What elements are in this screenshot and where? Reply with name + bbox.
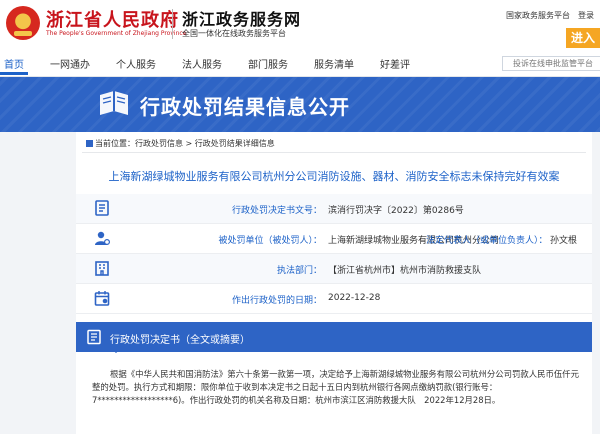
penalty-date-label: 作出行政处罚的日期： [231,296,322,306]
decision-text: 根据《中华人民共和国消防法》第六十条第一款第一项，决定给予上海新湖绿城物业服务有… [92,369,579,405]
nav-item-home[interactable]: 首页 [4,56,24,71]
building-icon [95,261,109,276]
breadcrumb-separator: > [183,139,195,148]
info-row-penalized-party: 被处罚单位（被处罚人）： 上海新湖绿城物业服务有限公司杭州分公司 法定代表人（或… [76,224,592,254]
breadcrumb-divider [82,152,586,153]
enforcement-dept-value: 【浙江省杭州市】杭州市消防救援支队 [328,266,482,276]
nav-item-rating[interactable]: 好差评 [380,56,410,71]
content-card: 当前位置：行政处罚信息 > 行政处罚结果详细信息 上海新湖绿城物业服务有限公司杭… [76,132,592,434]
breadcrumb-prefix: 当前位置： [95,139,135,148]
page-banner: 行政处罚结果信息公开 [0,77,600,132]
gov-name-en: The People's Government of Zhejiang Prov… [46,30,187,37]
person-icon [95,231,110,245]
header-divider [172,9,173,39]
nav-item-one-stop[interactable]: 一网通办 [50,56,90,71]
penalized-party-label: 被处罚单位（被处罚人）： [218,236,322,246]
national-emblem-icon [6,6,40,40]
site-header: 浙江省人民政府 The People's Government of Zheji… [0,0,600,50]
breadcrumb-link-penalty-info[interactable]: 行政处罚信息 [135,139,183,148]
book-icon [100,91,128,115]
main-nav: 首页 一网通办 个人服务 法人服务 部门服务 服务清单 好差评 [0,50,600,77]
info-row-enforcement-dept: 执法部门： 【浙江省杭州市】杭州市消防救援支队 [76,254,592,284]
case-info-table: 行政处罚决定书文号： 滨消行罚决字〔2022〕第0286号 被处罚单位（被处罚人… [76,194,592,314]
nav-item-department[interactable]: 部门服务 [248,56,288,71]
document-list-icon [87,329,101,345]
document-number-label: 行政处罚决定书文号： [231,206,322,216]
penalty-date-value: 2022-12-28 [328,293,381,303]
service-name[interactable]: 浙江政务服务网 [182,6,301,30]
legal-representative-label: 法定代表人（或单位负责人）： [426,236,548,246]
decision-section-header: 行政处罚决定书（全文或摘要） [76,322,592,353]
service-subtitle: 全国一体化在线政务服务平台 [182,29,286,38]
enforcement-dept-label: 执法部门： [276,266,322,276]
search-input[interactable] [502,56,600,71]
document-number-value: 滨消行罚决字〔2022〕第0286号 [328,206,464,216]
case-title: 上海新湖绿城物业服务有限公司杭州分公司消防设施、器材、消防安全标志未保持完好有效… [108,170,560,183]
gov-name[interactable]: 浙江省人民政府 [46,6,179,32]
enter-button[interactable]: 进入 [566,28,600,48]
nav-item-service-list[interactable]: 服务清单 [314,56,354,71]
decision-section-title: 行政处罚决定书（全文或摘要） [110,335,250,346]
breadcrumb: 当前位置：行政处罚信息 > 行政处罚结果详细信息 [86,138,275,149]
document-icon [95,200,109,216]
national-platform-link[interactable]: 国家政务服务平台 [506,10,570,21]
login-link[interactable]: 登录 [578,10,594,21]
nav-item-legal-entity[interactable]: 法人服务 [182,56,222,71]
home-icon [86,140,93,147]
info-row-penalty-date: 作出行政处罚的日期： 2022-12-28 [76,284,592,314]
legal-representative-value: 孙文根 [550,236,578,246]
calendar-icon [94,291,110,306]
banner-title: 行政处罚结果信息公开 [140,95,350,119]
info-row-document-number: 行政处罚决定书文号： 滨消行罚决字〔2022〕第0286号 [76,194,592,224]
breadcrumb-current: 行政处罚结果详细信息 [194,139,275,148]
section-pointer [110,348,122,353]
nav-item-personal[interactable]: 个人服务 [116,56,156,71]
nav-active-indicator [0,72,28,75]
